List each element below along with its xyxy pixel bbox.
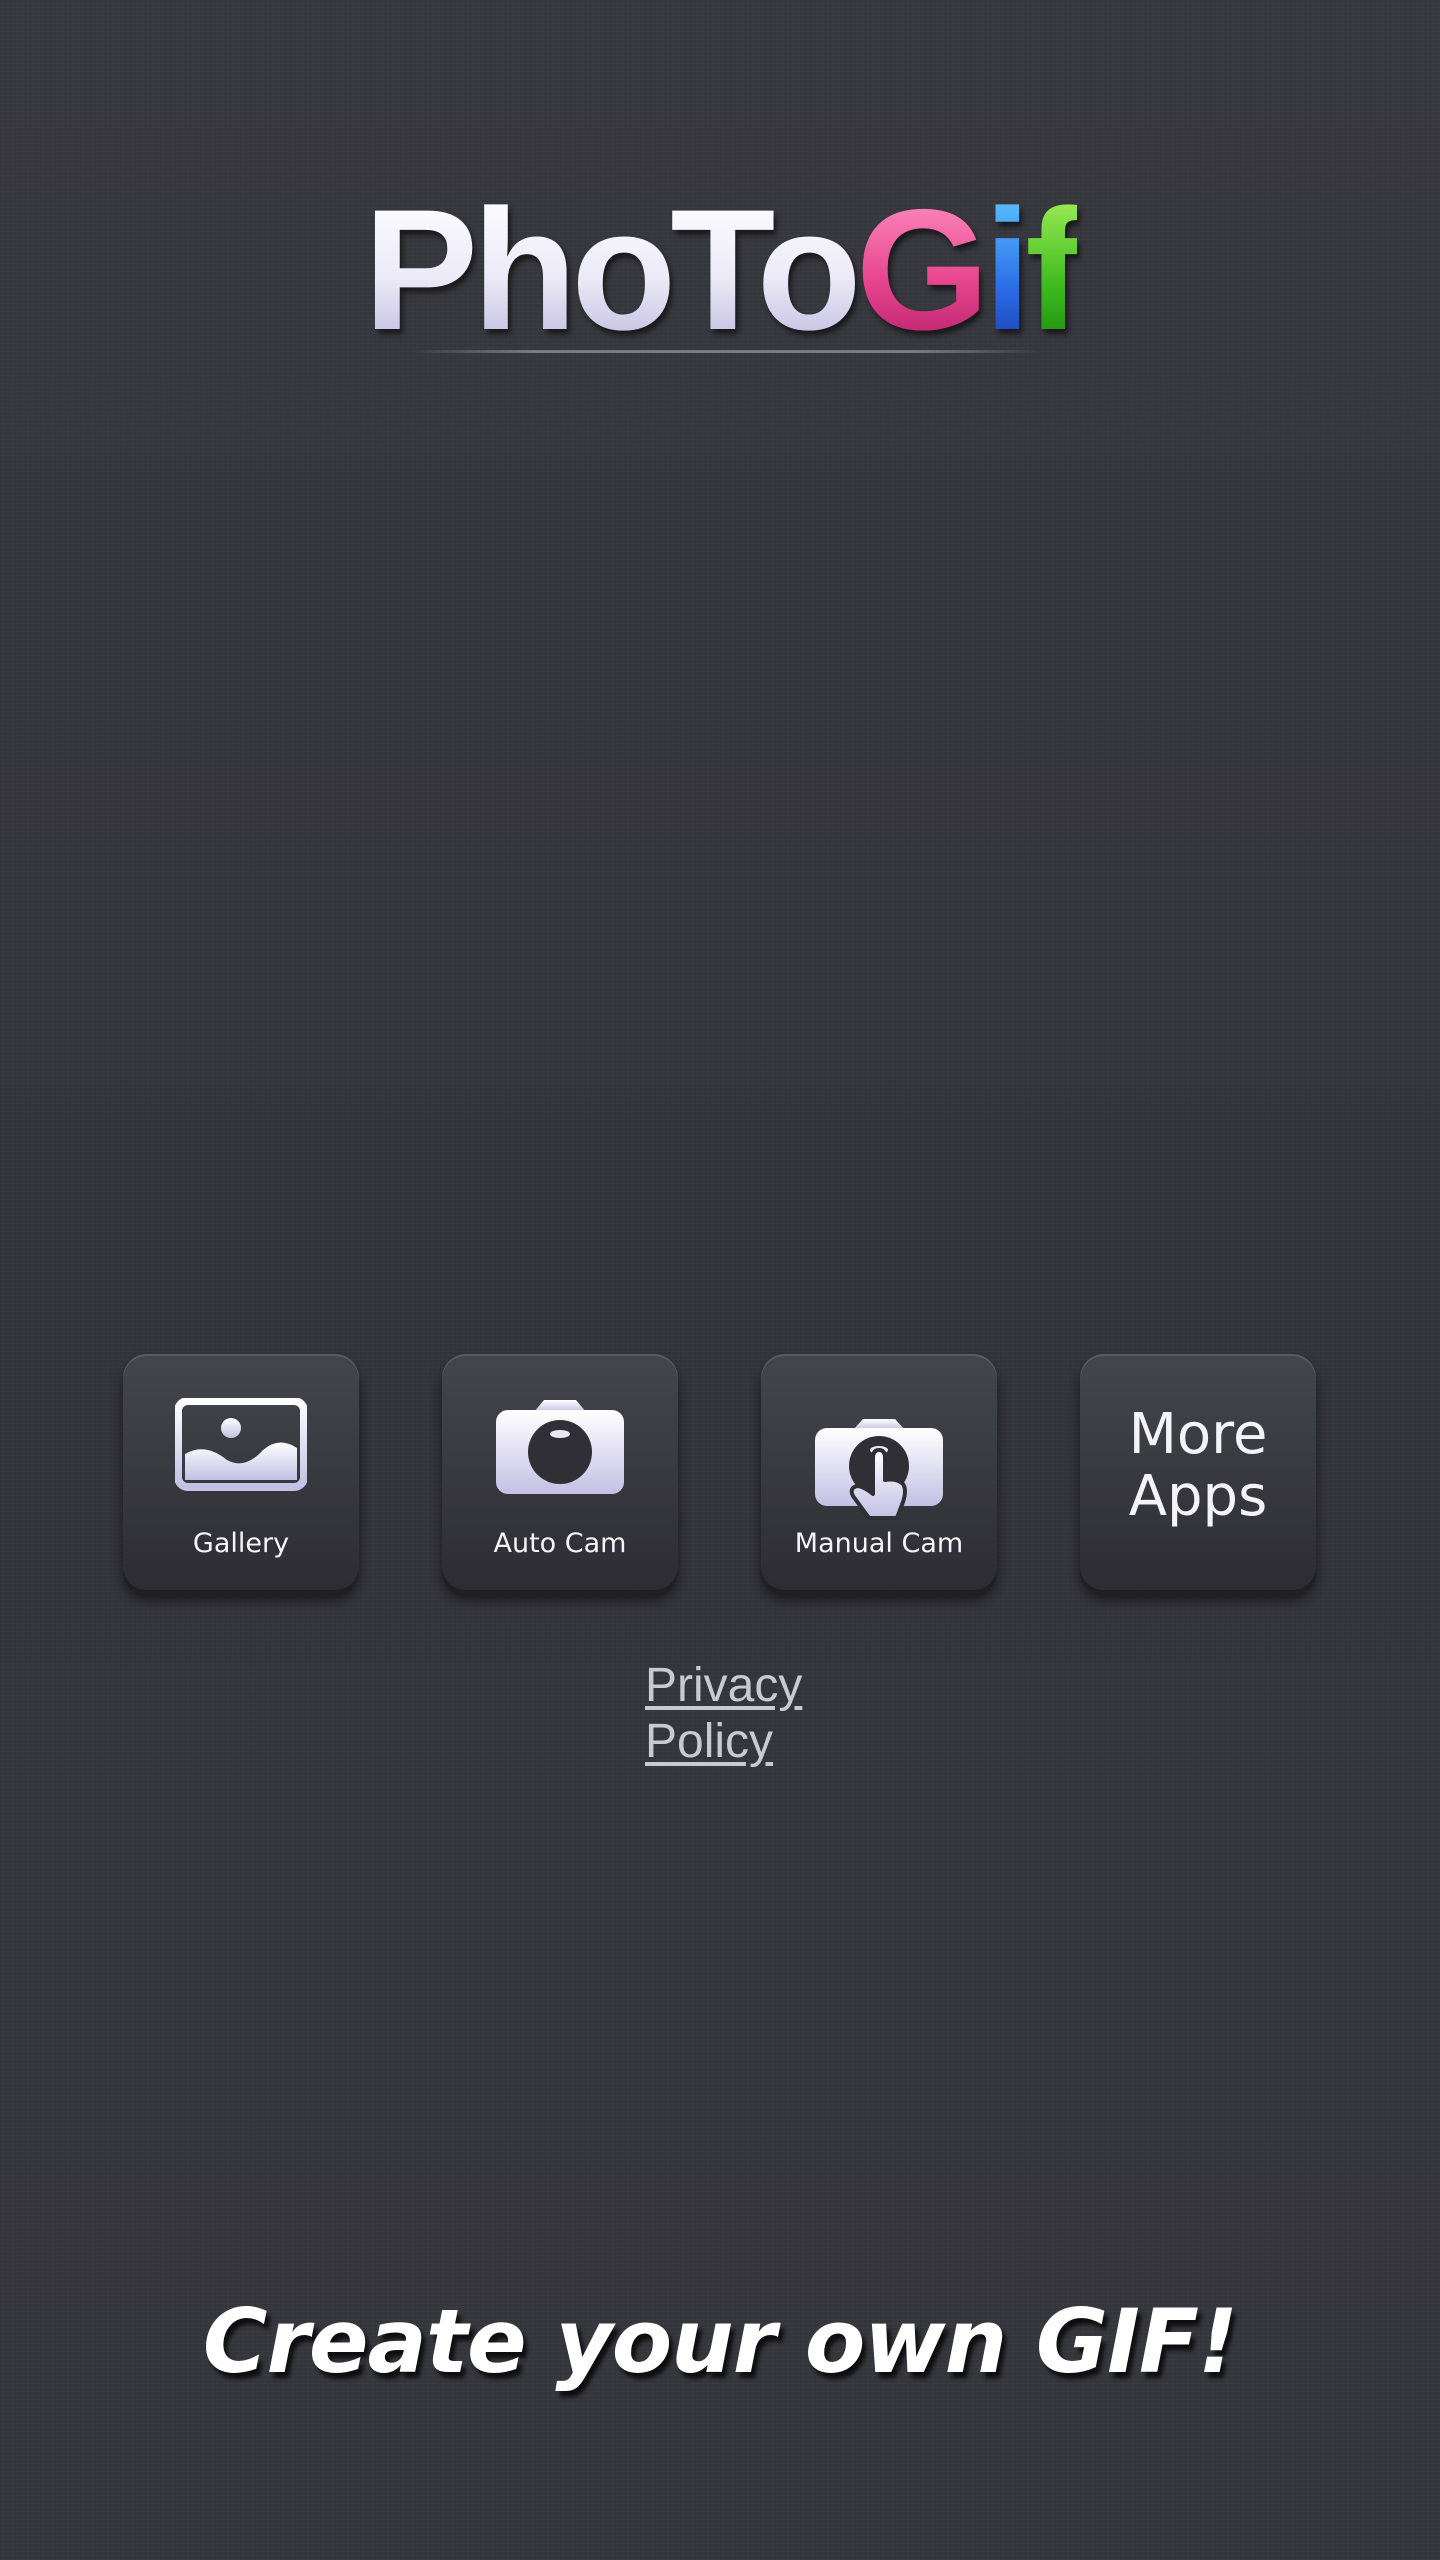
logo-letter-f: f <box>1025 174 1082 366</box>
main-action-buttons: Gallery Auto Cam Manual Cam More Apps <box>0 1354 1440 1590</box>
manual-cam-button[interactable]: Manual Cam <box>761 1354 997 1590</box>
more-apps-button[interactable]: More Apps <box>1080 1354 1316 1590</box>
more-apps-label: More Apps <box>1128 1402 1268 1529</box>
gallery-button-label: Gallery <box>192 1528 290 1559</box>
manual-cam-button-label: Manual Cam <box>794 1528 964 1559</box>
logo-letter-i: i <box>983 174 1031 366</box>
tagline: Create your own GIF! <box>202 2290 1238 2393</box>
logo-text-photo: PhoTo <box>363 174 861 366</box>
camera-touch-icon <box>815 1419 943 1520</box>
logo-letter-g: G <box>855 174 990 366</box>
logo-underline <box>410 350 1040 353</box>
auto-cam-button[interactable]: Auto Cam <box>442 1354 678 1590</box>
gallery-button[interactable]: Gallery <box>123 1354 359 1590</box>
privacy-policy-link[interactable]: Privacy Policy <box>645 1658 845 1770</box>
app-logo: PhoToGif <box>0 174 1440 366</box>
auto-cam-button-label: Auto Cam <box>493 1528 627 1559</box>
camera-icon <box>496 1400 624 1494</box>
gallery-image-icon <box>175 1398 307 1491</box>
